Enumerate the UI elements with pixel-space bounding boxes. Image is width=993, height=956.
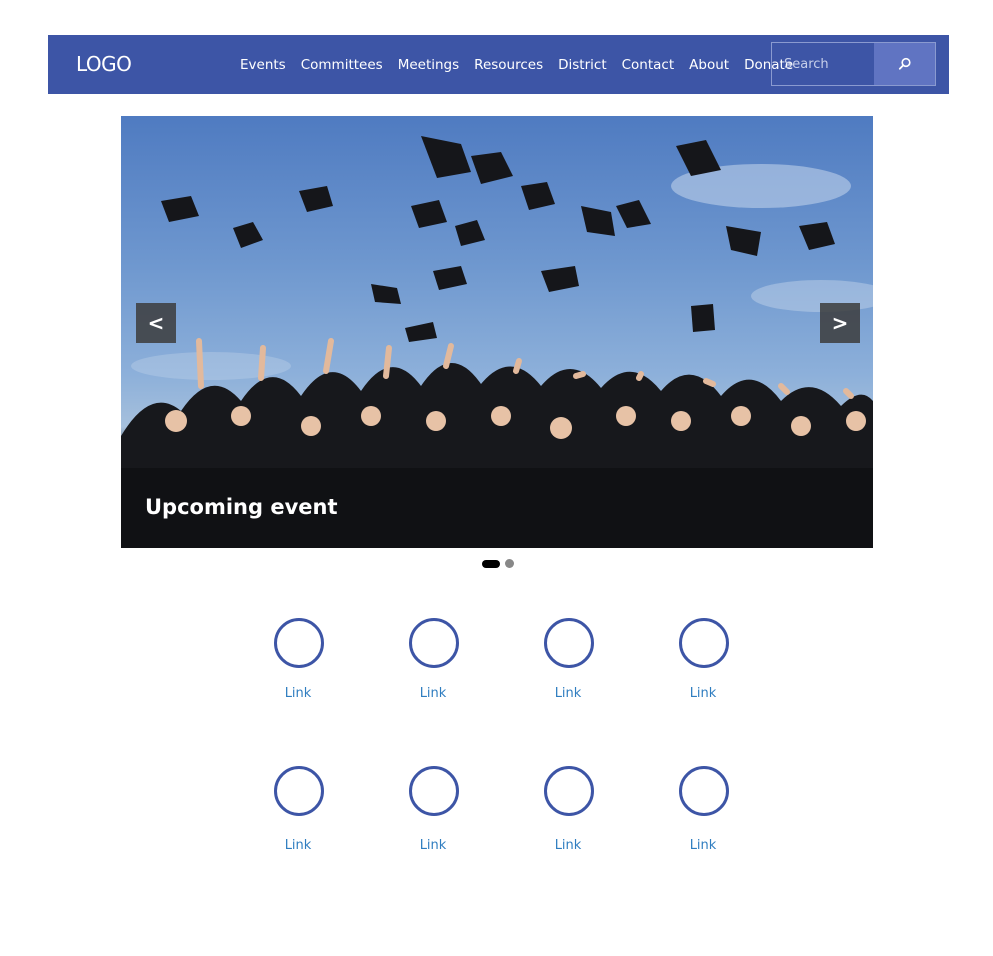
- link-label[interactable]: Link: [258, 838, 338, 853]
- search-box: [771, 42, 936, 86]
- search-input[interactable]: [772, 43, 874, 85]
- nav-meetings[interactable]: Meetings: [398, 57, 459, 75]
- link-tile: Link: [258, 766, 338, 862]
- top-navbar: LOGO Events Committees Meetings Resource…: [48, 35, 949, 94]
- link-tile: Link: [393, 618, 473, 714]
- nav-contact[interactable]: Contact: [622, 57, 675, 75]
- nav-about[interactable]: About: [689, 57, 729, 75]
- link-tile: Link: [663, 766, 743, 862]
- link-tile: Link: [258, 618, 338, 714]
- link-tile: Link: [663, 618, 743, 714]
- carousel-indicators: [482, 559, 514, 568]
- link-circle-icon[interactable]: [544, 766, 594, 816]
- carousel-dot[interactable]: [505, 559, 514, 568]
- main-nav: Events Committees Meetings Resources Dis…: [240, 57, 808, 75]
- link-tile: Link: [393, 766, 473, 862]
- link-circle-icon[interactable]: [409, 766, 459, 816]
- link-circle-icon[interactable]: [544, 618, 594, 668]
- logo[interactable]: LOGO: [76, 52, 132, 76]
- search-icon: [898, 57, 911, 70]
- link-label[interactable]: Link: [528, 838, 608, 853]
- carousel-next-button[interactable]: >: [820, 303, 860, 343]
- link-tile: Link: [528, 618, 608, 714]
- link-label[interactable]: Link: [393, 838, 473, 853]
- link-circle-icon[interactable]: [274, 618, 324, 668]
- nav-district[interactable]: District: [558, 57, 607, 75]
- link-circle-icon[interactable]: [274, 766, 324, 816]
- link-label[interactable]: Link: [528, 686, 608, 701]
- link-label[interactable]: Link: [663, 686, 743, 701]
- link-circle-icon[interactable]: [679, 618, 729, 668]
- link-circle-icon[interactable]: [409, 618, 459, 668]
- search-button[interactable]: [874, 43, 935, 85]
- link-label[interactable]: Link: [393, 686, 473, 701]
- nav-events[interactable]: Events: [240, 57, 286, 75]
- nav-committees[interactable]: Committees: [301, 57, 383, 75]
- nav-resources[interactable]: Resources: [474, 57, 543, 75]
- carousel-prev-button[interactable]: <: [136, 303, 176, 343]
- carousel-caption: Upcoming event: [145, 495, 338, 519]
- link-label[interactable]: Link: [258, 686, 338, 701]
- link-label[interactable]: Link: [663, 838, 743, 853]
- link-circle-icon[interactable]: [679, 766, 729, 816]
- link-tile: Link: [528, 766, 608, 862]
- carousel-dot-active[interactable]: [482, 559, 500, 568]
- hero-carousel: Upcoming event < >: [121, 116, 873, 548]
